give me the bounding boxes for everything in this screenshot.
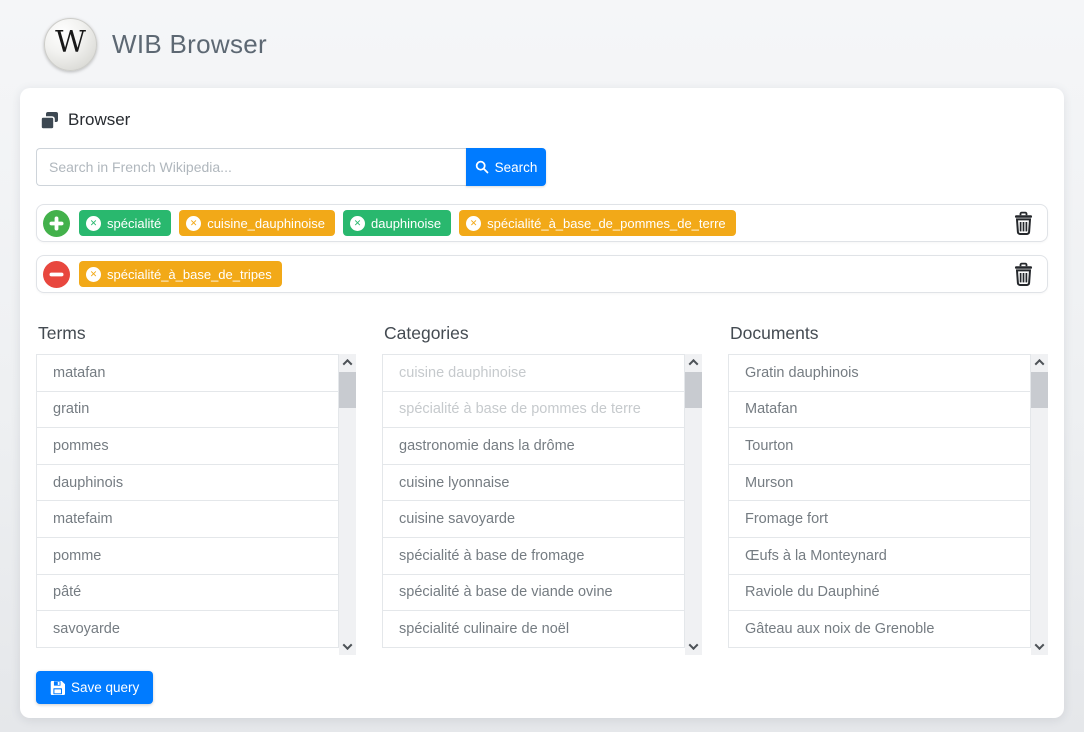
list-item[interactable]: gastronomie dans la drôme: [382, 427, 685, 465]
list-item[interactable]: savoyarde: [36, 610, 339, 648]
scrollbar-thumb[interactable]: [685, 372, 702, 408]
list-item[interactable]: Œufs à la Monteynard: [728, 537, 1031, 575]
scroll-up-icon[interactable]: [685, 354, 702, 371]
search-row: Search: [36, 148, 546, 186]
scrollbar[interactable]: [339, 354, 356, 655]
save-button-label: Save query: [71, 680, 139, 695]
list-item[interactable]: spécialité à base de viande ovine: [382, 574, 685, 612]
scroll-up-icon[interactable]: [1031, 354, 1048, 371]
delete-row-button[interactable]: [1010, 260, 1037, 289]
list-item[interactable]: spécialité culinaire de noël: [382, 610, 685, 648]
list-item[interactable]: Murson: [728, 464, 1031, 502]
categories-column: Categories cuisine dauphinoise spécialit…: [382, 324, 702, 655]
save-icon: [50, 680, 65, 695]
card-title: Browser: [68, 110, 130, 130]
terms-column-title: Terms: [38, 324, 356, 342]
wikipedia-w-glyph: W: [55, 28, 86, 58]
save-query-button[interactable]: Save query: [36, 671, 153, 704]
query-tag[interactable]: ✕ spécialité: [79, 210, 171, 236]
documents-list: Gratin dauphinois Matafan Tourton Murson…: [728, 354, 1048, 655]
remove-tag-icon[interactable]: ✕: [350, 216, 365, 231]
scroll-down-icon[interactable]: [685, 638, 702, 655]
remove-tag-icon[interactable]: ✕: [186, 216, 201, 231]
tag-label: spécialité_à_base_de_tripes: [107, 267, 272, 282]
trash-icon: [1012, 262, 1035, 287]
scrollbar-thumb[interactable]: [1031, 372, 1048, 408]
list-item[interactable]: pâté: [36, 574, 339, 612]
browser-card: Browser Search ✕ spécialité: [20, 88, 1064, 718]
tag-list: ✕ spécialité ✕ cuisine_dauphinoise ✕ dau…: [79, 210, 1001, 236]
list-item[interactable]: Tourton: [728, 427, 1031, 465]
tag-label: dauphinoise: [371, 216, 441, 231]
remove-tag-icon[interactable]: ✕: [86, 216, 101, 231]
delete-row-button[interactable]: [1010, 209, 1037, 238]
categories-list: cuisine dauphinoise spécialité à base de…: [382, 354, 702, 655]
card-heading: Browser: [40, 110, 1048, 130]
scrollbar-thumb[interactable]: [339, 372, 356, 408]
list-item[interactable]: gratin: [36, 391, 339, 429]
list-item[interactable]: Raviole du Dauphiné: [728, 574, 1031, 612]
app-header: W WIB Browser: [0, 0, 1084, 88]
list-item[interactable]: matefaim: [36, 500, 339, 538]
list-item[interactable]: pomme: [36, 537, 339, 575]
scrollbar[interactable]: [685, 354, 702, 655]
plus-operator-icon[interactable]: [43, 210, 70, 237]
list-item[interactable]: Matafan: [728, 391, 1031, 429]
list-item[interactable]: spécialité à base de fromage: [382, 537, 685, 575]
list-item[interactable]: dauphinois: [36, 464, 339, 502]
query-tag[interactable]: ✕ dauphinoise: [343, 210, 451, 236]
terms-list: matafan gratin pommes dauphinois matefai…: [36, 354, 356, 655]
search-icon: [475, 160, 489, 174]
remove-tag-icon[interactable]: ✕: [86, 267, 101, 282]
tag-label: spécialité_à_base_de_pommes_de_terre: [487, 216, 726, 231]
tag-label: spécialité: [107, 216, 161, 231]
query-tag[interactable]: ✕ spécialité_à_base_de_pommes_de_terre: [459, 210, 736, 236]
tag-label: cuisine_dauphinoise: [207, 216, 325, 231]
trash-icon: [1012, 211, 1035, 236]
remove-tag-icon[interactable]: ✕: [466, 216, 481, 231]
list-item[interactable]: Gâteau aux noix de Grenoble: [728, 610, 1031, 648]
query-row-exclude: ✕ spécialité_à_base_de_tripes: [36, 255, 1048, 293]
scrollbar[interactable]: [1031, 354, 1048, 655]
categories-column-title: Categories: [384, 324, 702, 342]
documents-column: Documents Gratin dauphinois Matafan Tour…: [728, 324, 1048, 655]
query-tag[interactable]: ✕ spécialité_à_base_de_tripes: [79, 261, 282, 287]
scroll-up-icon[interactable]: [339, 354, 356, 371]
minus-operator-icon[interactable]: [43, 261, 70, 288]
query-row-include: ✕ spécialité ✕ cuisine_dauphinoise ✕ dau…: [36, 204, 1048, 242]
list-item[interactable]: pommes: [36, 427, 339, 465]
wikipedia-logo: W: [44, 18, 97, 71]
results-columns: Terms matafan gratin pommes dauphinois m…: [36, 324, 1048, 655]
list-item[interactable]: cuisine lyonnaise: [382, 464, 685, 502]
scroll-down-icon[interactable]: [1031, 638, 1048, 655]
app-title: WIB Browser: [112, 29, 267, 60]
search-button-label: Search: [495, 160, 538, 175]
search-input[interactable]: [36, 148, 466, 186]
scroll-down-icon[interactable]: [339, 638, 356, 655]
list-item[interactable]: Fromage fort: [728, 500, 1031, 538]
list-item: cuisine dauphinoise: [382, 354, 685, 392]
tag-list: ✕ spécialité_à_base_de_tripes: [79, 261, 1001, 287]
documents-column-title: Documents: [730, 324, 1048, 342]
query-tag[interactable]: ✕ cuisine_dauphinoise: [179, 210, 335, 236]
list-item[interactable]: matafan: [36, 354, 339, 392]
terms-column: Terms matafan gratin pommes dauphinois m…: [36, 324, 356, 655]
search-button[interactable]: Search: [466, 148, 546, 186]
list-item[interactable]: cuisine savoyarde: [382, 500, 685, 538]
list-item[interactable]: Gratin dauphinois: [728, 354, 1031, 392]
browser-windows-icon: [40, 111, 59, 130]
list-item: spécialité à base de pommes de terre: [382, 391, 685, 429]
